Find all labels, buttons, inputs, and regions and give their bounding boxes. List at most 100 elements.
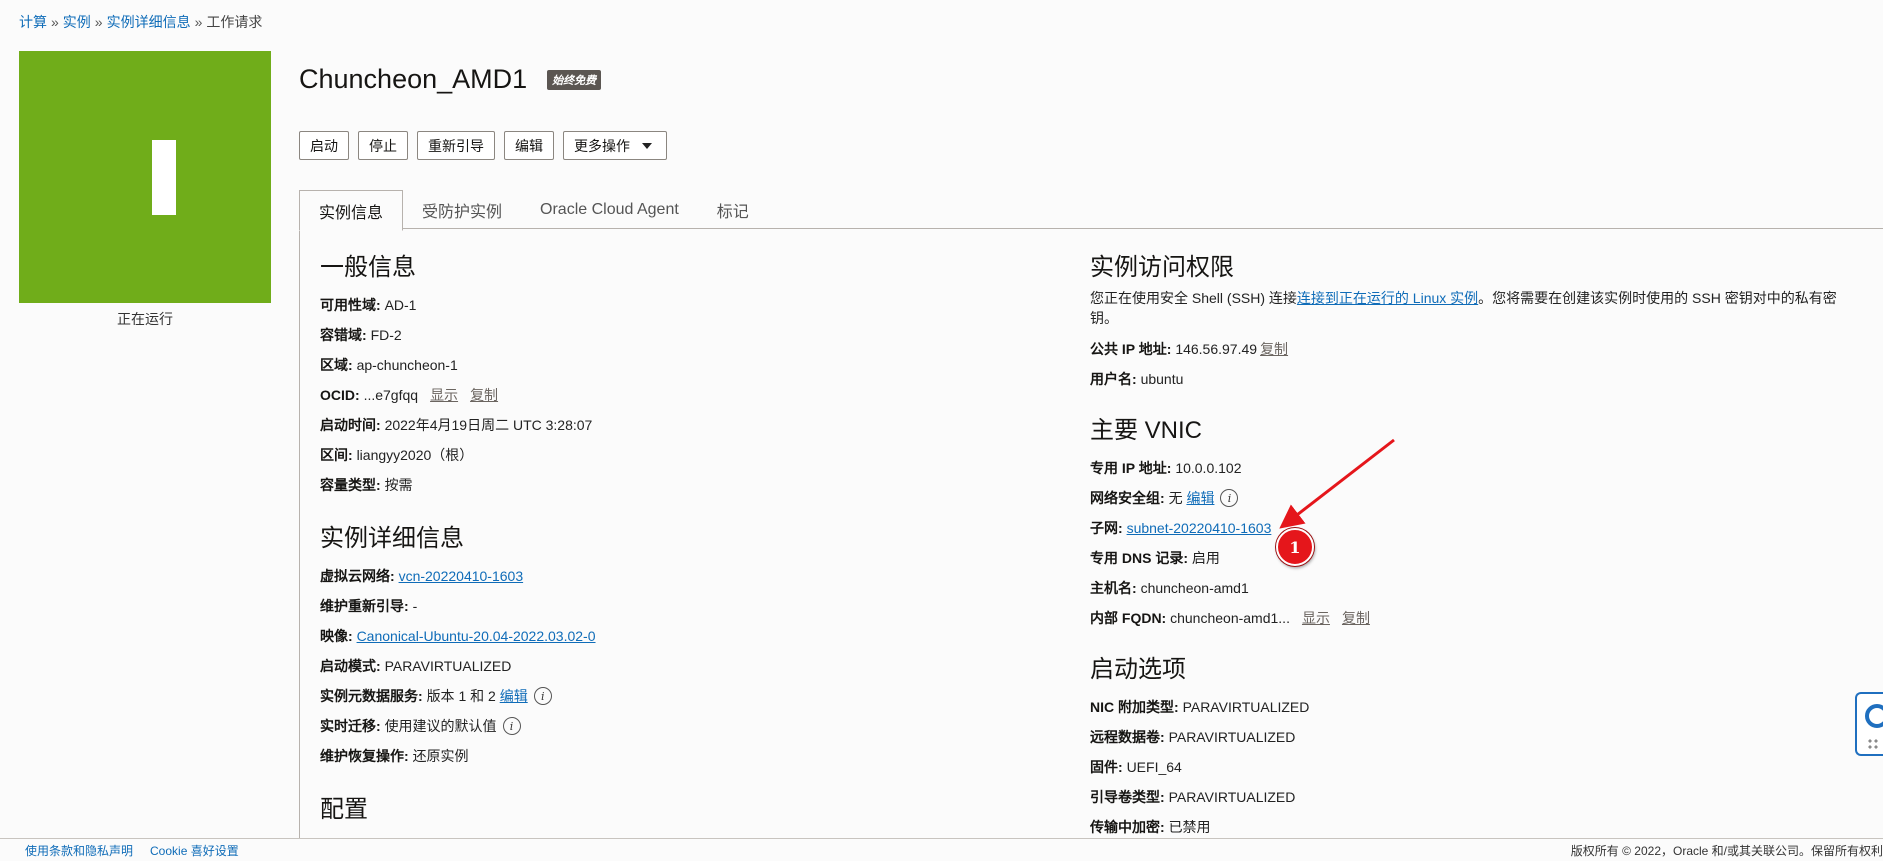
image-row: 映像: Canonical-Ubuntu-20.04-2022.03.02-0 bbox=[320, 621, 1040, 651]
field-label: 固件: bbox=[1090, 759, 1123, 775]
field-label: 映像: bbox=[320, 628, 353, 644]
right-column: 实例访问权限 您正在使用安全 Shell (SSH) 连接连接到正在运行的 Li… bbox=[1090, 229, 1870, 838]
field-value: AD-1 bbox=[384, 297, 417, 313]
subnet-link[interactable]: subnet-20220410-1603 bbox=[1127, 520, 1272, 536]
help-widget[interactable] bbox=[1855, 692, 1883, 756]
instance-details-heading: 实例详细信息 bbox=[320, 525, 464, 552]
terms-privacy-link[interactable]: 使用条款和隐私声明 bbox=[25, 842, 133, 859]
breadcrumb-separator: » bbox=[94, 14, 103, 30]
vcn-row: 虚拟云网络: vcn-20220410-1603 bbox=[320, 561, 1040, 591]
copy-public-ip-link[interactable]: 复制 bbox=[1260, 339, 1288, 359]
copy-fqdn-link[interactable]: 复制 bbox=[1342, 608, 1370, 628]
instance-status-tile bbox=[19, 51, 271, 303]
field-label: 子网: bbox=[1090, 520, 1123, 536]
annotation-marker: 1 bbox=[1276, 528, 1314, 566]
field-value: 启用 bbox=[1191, 550, 1220, 566]
field-label: NIC 附加类型: bbox=[1090, 699, 1179, 715]
ssh-text-line2: 钥。 bbox=[1090, 310, 1118, 326]
subnet-row: 子网: subnet-20220410-1603 bbox=[1090, 513, 1870, 543]
launched-row: 启动时间: 2022年4月19日周二 UTC 3:28:07 bbox=[320, 410, 1040, 440]
footer-links: 使用条款和隐私声明 Cookie 喜好设置 bbox=[25, 842, 239, 859]
ssh-text-before: 您正在使用安全 Shell (SSH) 连接 bbox=[1090, 290, 1297, 306]
field-label: 用户名: bbox=[1090, 371, 1137, 387]
drag-handle-icon[interactable] bbox=[1867, 738, 1879, 750]
field-label: 区域: bbox=[320, 357, 353, 373]
field-value: PARAVIRTUALIZED bbox=[1182, 699, 1310, 715]
field-value: 2022年4月19日周二 UTC 3:28:07 bbox=[384, 417, 593, 433]
field-value: 还原实例 bbox=[412, 748, 469, 764]
stop-button[interactable]: 停止 bbox=[358, 131, 408, 160]
field-label: 维护恢复操作: bbox=[320, 748, 409, 764]
field-value: chuncheon-amd1... bbox=[1170, 610, 1290, 626]
field-label: 维护重新引导: bbox=[320, 598, 409, 614]
field-label: 区间: bbox=[320, 447, 353, 463]
show-ocid-link[interactable]: 显示 bbox=[430, 385, 458, 405]
field-label: 虚拟云网络: bbox=[320, 568, 395, 584]
field-value: 版本 1 和 2 bbox=[426, 688, 496, 704]
field-label: 引导卷类型: bbox=[1090, 789, 1165, 805]
field-label: 内部 FQDN: bbox=[1090, 610, 1167, 626]
more-actions-label: 更多操作 bbox=[574, 137, 630, 154]
field-value: 已禁用 bbox=[1168, 819, 1211, 835]
breadcrumb-separator: » bbox=[194, 14, 203, 30]
field-label: OCID: bbox=[320, 387, 360, 403]
tab-tags[interactable]: 标记 bbox=[698, 190, 768, 230]
field-value: 使用建议的默认值 bbox=[384, 718, 497, 734]
image-link[interactable]: Canonical-Ubuntu-20.04-2022.03.02-0 bbox=[357, 628, 596, 644]
page-header: Chuncheon_AMD1 始终免费 bbox=[299, 64, 602, 95]
metadata-edit-link[interactable]: 编辑 bbox=[500, 686, 528, 706]
vcn-link[interactable]: vcn-20220410-1603 bbox=[399, 568, 524, 584]
reboot-button[interactable]: 重新引导 bbox=[417, 131, 495, 160]
field-value: FD-2 bbox=[370, 327, 402, 343]
show-fqdn-link[interactable]: 显示 bbox=[1302, 608, 1330, 628]
footer: 使用条款和隐私声明 Cookie 喜好设置 版权所有 © 2022，Oracle… bbox=[0, 838, 1883, 861]
field-value: 146.56.97.49 bbox=[1175, 341, 1258, 357]
left-column: 一般信息 可用性域: AD-1 容错域: FD-2 区域: ap-chunche… bbox=[320, 229, 1040, 824]
field-value: ap-chuncheon-1 bbox=[356, 357, 458, 373]
field-label: 实时迁移: bbox=[320, 718, 381, 734]
connect-linux-instance-link[interactable]: 连接到正在运行的 Linux 实例 bbox=[1297, 290, 1478, 306]
field-value: chuncheon-amd1 bbox=[1140, 580, 1249, 596]
tab-instance-information[interactable]: 实例信息 bbox=[299, 190, 404, 231]
field-label: 实例元数据服务: bbox=[320, 688, 423, 704]
in-transit-encryption-row: 传输中加密: 已禁用 bbox=[1090, 812, 1870, 838]
public-ip-row: 公共 IP 地址: 146.56.97.49 复制 bbox=[1090, 334, 1870, 364]
ssh-access-description: 您正在使用安全 Shell (SSH) 连接连接到正在运行的 Linux 实例。… bbox=[1090, 288, 1850, 328]
instance-status-label: 正在运行 bbox=[117, 311, 173, 327]
field-value: liangyy2020（根） bbox=[356, 447, 474, 463]
info-icon[interactable]: i bbox=[533, 687, 552, 705]
breadcrumb-instance-details[interactable]: 实例详细信息 bbox=[107, 14, 191, 30]
field-label: 专用 IP 地址: bbox=[1090, 460, 1172, 476]
cookie-preferences-link[interactable]: Cookie 喜好设置 bbox=[150, 842, 239, 859]
field-value: ubuntu bbox=[1140, 371, 1184, 387]
remote-volume-row: 远程数据卷: PARAVIRTUALIZED bbox=[1090, 722, 1870, 752]
field-label: 主机名: bbox=[1090, 580, 1137, 596]
breadcrumb-instances[interactable]: 实例 bbox=[63, 14, 91, 30]
info-icon[interactable]: i bbox=[1220, 489, 1239, 507]
ssh-text-after: 。您将需要在创建该实例时使用的 SSH 密钥对中的私有密 bbox=[1478, 290, 1837, 306]
always-free-badge: 始终免费 bbox=[547, 69, 602, 90]
tab-oracle-cloud-agent[interactable]: Oracle Cloud Agent bbox=[521, 190, 698, 230]
field-value: - bbox=[412, 598, 418, 614]
internal-fqdn-row: 内部 FQDN: chuncheon-amd1... 显示 复制 bbox=[1090, 603, 1870, 633]
breadcrumb-compute[interactable]: 计算 bbox=[19, 14, 47, 30]
start-button[interactable]: 启动 bbox=[299, 131, 349, 160]
field-label: 网络安全组: bbox=[1090, 490, 1165, 506]
info-icon[interactable]: i bbox=[502, 717, 521, 735]
nic-attachment-row: NIC 附加类型: PARAVIRTUALIZED bbox=[1090, 692, 1870, 722]
field-label: 传输中加密: bbox=[1090, 819, 1165, 835]
configuration-heading: 配置 bbox=[320, 796, 368, 823]
metadata-service-row: 实例元数据服务: 版本 1 和 2 编辑 i bbox=[320, 681, 1040, 711]
boot-volume-row: 引导卷类型: PARAVIRTUALIZED bbox=[1090, 782, 1870, 812]
field-label: 容错域: bbox=[320, 327, 367, 343]
nsg-edit-link[interactable]: 编辑 bbox=[1186, 488, 1214, 508]
nsg-row: 网络安全组: 无 编辑 i bbox=[1090, 483, 1870, 513]
edit-button[interactable]: 编辑 bbox=[504, 131, 554, 160]
field-label: 公共 IP 地址: bbox=[1090, 341, 1172, 357]
tab-shielded-instance[interactable]: 受防护实例 bbox=[403, 190, 521, 230]
field-value: 10.0.0.102 bbox=[1175, 460, 1242, 476]
availability-domain-row: 可用性域: AD-1 bbox=[320, 290, 1040, 320]
copy-ocid-link[interactable]: 复制 bbox=[470, 385, 498, 405]
field-value: PARAVIRTUALIZED bbox=[384, 658, 512, 674]
more-actions-button[interactable]: 更多操作 bbox=[563, 131, 667, 160]
